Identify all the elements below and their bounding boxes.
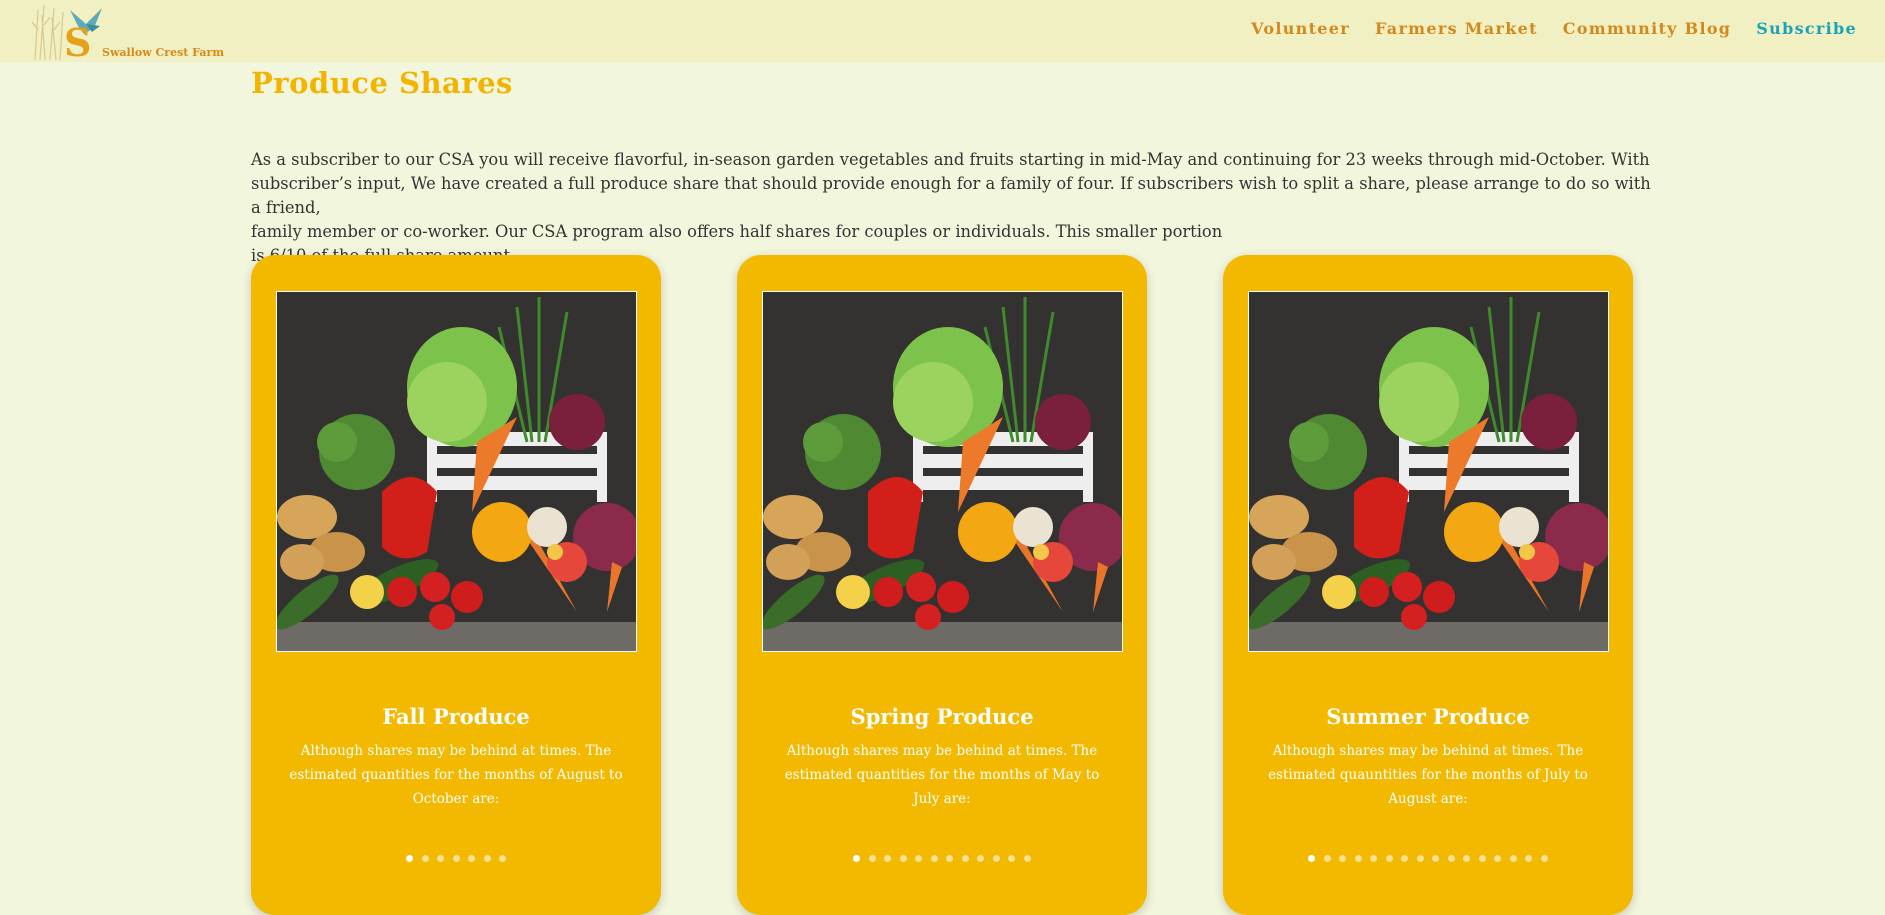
carousel-dot[interactable] [853, 855, 861, 862]
carousel-dot[interactable] [1540, 855, 1548, 862]
carousel-dot[interactable] [930, 855, 938, 862]
carousel-dot[interactable] [961, 855, 969, 862]
carousel-dot[interactable] [1008, 855, 1016, 862]
card-description: Although shares may be behind at times. … [784, 743, 1100, 807]
carousel-dot[interactable] [1385, 855, 1393, 862]
nav-community-blog[interactable]: Community Blog [1563, 19, 1732, 38]
carousel-dot[interactable] [977, 855, 985, 862]
page-title: Produce Shares [251, 66, 513, 100]
card-title: Summer Produce [1326, 704, 1530, 729]
svg-text:S: S [64, 20, 91, 62]
intro-paragraph: As a subscriber to our CSA you will rece… [251, 148, 1651, 268]
carousel-dot[interactable] [1023, 855, 1031, 862]
farm-logo[interactable]: S Swallow Crest Farm [30, 0, 224, 65]
carousel-dot[interactable] [868, 855, 876, 862]
carousel-dot[interactable] [899, 855, 907, 862]
intro-line: subscriber’s input, We have created a fu… [251, 174, 1651, 217]
carousel-dot[interactable] [1432, 855, 1440, 862]
vegetable-crate-photo [762, 291, 1123, 652]
carousel-dot[interactable] [1308, 855, 1316, 862]
nav-subscribe[interactable]: Subscribe [1756, 19, 1857, 38]
carousel-dot[interactable] [992, 855, 1000, 862]
carousel-dot[interactable] [1339, 855, 1347, 862]
produce-card-fall[interactable]: Fall Produce Although shares may be behi… [251, 255, 661, 915]
carousel-dot[interactable] [1463, 855, 1471, 862]
carousel-dot[interactable] [1494, 855, 1502, 862]
nav-volunteer[interactable]: Volunteer [1251, 19, 1350, 38]
carousel-dots [1223, 855, 1633, 862]
vegetable-crate-photo [1248, 291, 1609, 652]
carousel-dot[interactable] [421, 855, 429, 862]
carousel-dot[interactable] [1416, 855, 1424, 862]
intro-line: family member or co-worker. Our CSA prog… [251, 222, 1223, 241]
carousel-dot[interactable] [1478, 855, 1486, 862]
carousel-dot[interactable] [452, 855, 460, 862]
intro-line: As a subscriber to our CSA you will rece… [251, 150, 1650, 169]
carousel-dot[interactable] [946, 855, 954, 862]
nav-farmers-market[interactable]: Farmers Market [1375, 19, 1538, 38]
carousel-dot[interactable] [499, 855, 506, 862]
card-title: Fall Produce [382, 704, 530, 729]
card-description: Although shares may be behind at times. … [1268, 743, 1588, 807]
carousel-dot[interactable] [1509, 855, 1517, 862]
carousel-dots [737, 855, 1147, 862]
farm-name: Swallow Crest Farm [102, 46, 224, 59]
carousel-dot[interactable] [884, 855, 892, 862]
carousel-dot[interactable] [1354, 855, 1362, 862]
card-description: Although shares may be behind at times. … [289, 743, 623, 807]
carousel-dot[interactable] [406, 855, 413, 862]
carousel-dot[interactable] [483, 855, 491, 862]
card-title: Spring Produce [850, 704, 1034, 729]
carousel-dot[interactable] [1447, 855, 1455, 862]
main-nav: Volunteer Farmers Market Community Blog … [1251, 19, 1857, 38]
carousel-dot[interactable] [1370, 855, 1378, 862]
produce-card-spring[interactable]: Spring Produce Although shares may be be… [737, 255, 1147, 915]
carousel-dot[interactable] [1323, 855, 1331, 862]
carousel-dots [251, 855, 661, 862]
carousel-dot[interactable] [1401, 855, 1409, 862]
carousel-dot[interactable] [915, 855, 923, 862]
carousel-dot[interactable] [1525, 855, 1533, 862]
produce-card-summer[interactable]: Summer Produce Although shares may be be… [1223, 255, 1633, 915]
carousel-dot[interactable] [437, 855, 444, 862]
vegetable-crate-photo [276, 291, 637, 652]
carousel-dot[interactable] [468, 855, 475, 862]
site-header: S Swallow Crest Farm Volunteer Farmers M… [0, 0, 1885, 65]
